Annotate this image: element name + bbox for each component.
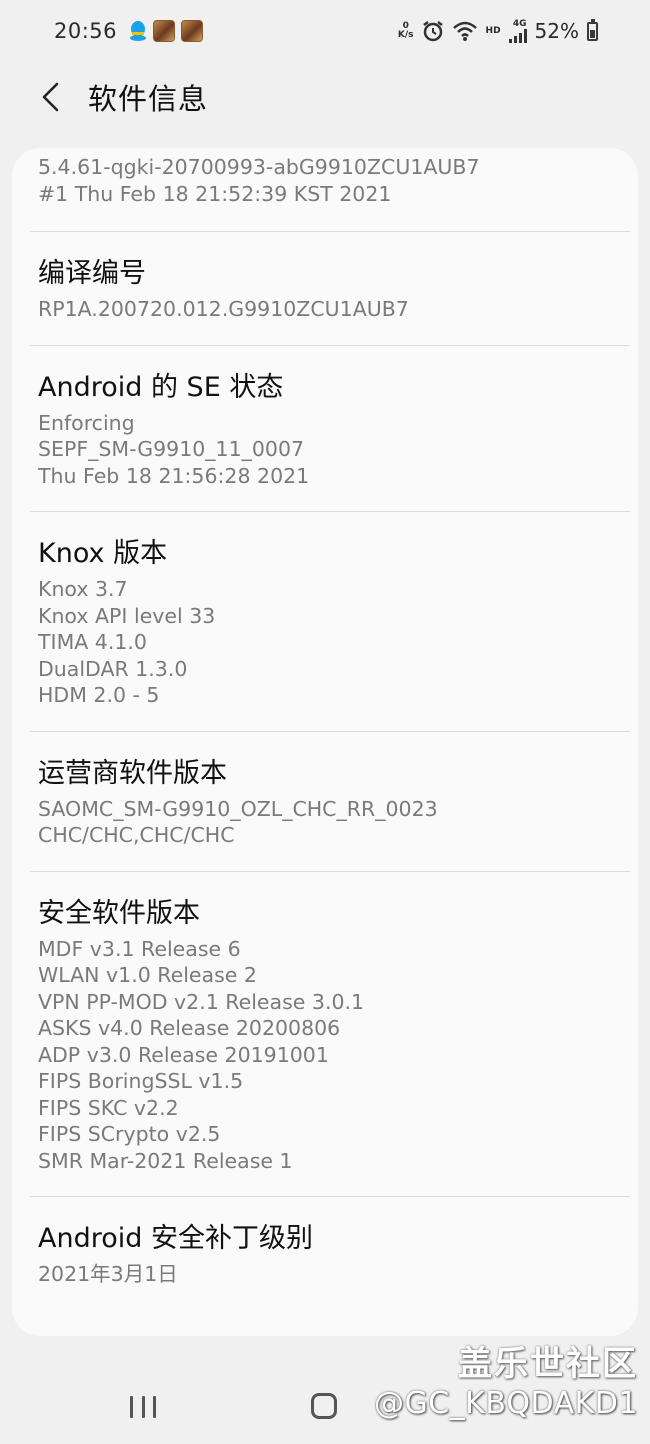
value-line: Thu Feb 18 21:56:28 2021 <box>38 463 310 488</box>
battery-percent: 52% <box>534 19 579 43</box>
value-line: SEPF_SM-G9910_11_0007 <box>38 437 305 461</box>
back-button[interactable] <box>30 77 70 117</box>
home-button[interactable] <box>311 1393 337 1419</box>
value-line: #1 Thu Feb 18 21:52:39 KST 2021 <box>38 181 392 206</box>
value-line: ASKS v4.0 Release 20200806 <box>38 1016 341 1040</box>
game-app-icon <box>153 20 176 42</box>
recent-apps-button[interactable] <box>130 1396 156 1418</box>
value-line: Enforcing <box>38 410 135 435</box>
value-line: DualDAR 1.3.0 <box>38 656 188 681</box>
section-values: 2021年3月1日 <box>38 1257 622 1310</box>
page-title: 软件信息 <box>88 82 209 116</box>
value-line: RP1A.200720.012.G9910ZCU1AUB7 <box>38 297 409 321</box>
signal-bars-icon <box>508 29 527 43</box>
qq-icon <box>130 21 147 41</box>
list-item-build-number[interactable]: 编译编号 RP1A.200720.012.G9910ZCU1AUB7 <box>30 232 630 346</box>
network-speed-unit: K/s <box>397 30 414 40</box>
hd-voice-label: HD <box>485 26 501 36</box>
section-values: RP1A.200720.012.G9910ZCU1AUB7 <box>38 292 622 345</box>
recent-apps-icon-bar <box>153 1396 156 1418</box>
value-line: WLAN v1.0 Release 2 <box>38 963 257 987</box>
status-bar: 20:56 0 K/s HD 4G 52% <box>0 0 650 62</box>
value-line: FIPS BoringSSL v1.5 <box>38 1069 244 1093</box>
value-line: SMR Mar-2021 Release 1 <box>38 1148 293 1173</box>
section-values: MDF v3.1 Release 6 WLAN v1.0 Release 2 V… <box>38 932 622 1197</box>
status-time: 20:56 <box>54 19 118 43</box>
section-title: 编译编号 <box>38 258 146 289</box>
section-values: 5.4.61-qgki-20700993-abG9910ZCU1AUB7 #1 … <box>38 154 622 231</box>
recent-apps-icon-bar <box>130 1396 133 1418</box>
value-line: CHC/CHC,CHC/CHC <box>38 823 235 847</box>
value-line: 2021年3月1日 <box>38 1262 178 1286</box>
alarm-icon <box>422 21 443 42</box>
value-line: SAOMC_SM-G9910_OZL_CHC_RR_0023 <box>38 796 438 821</box>
wifi-icon <box>452 21 477 41</box>
section-title: Knox 版本 <box>38 538 168 569</box>
list-item-kernel-version[interactable]: 5.4.61-qgki-20700993-abG9910ZCU1AUB7 #1 … <box>30 148 630 232</box>
section-title: 安全软件版本 <box>38 897 200 929</box>
section-values: Enforcing SEPF_SM-G9910_11_0007 Thu Feb … <box>38 406 622 512</box>
battery-icon <box>587 18 598 41</box>
value-line: ADP v3.0 Release 20191001 <box>38 1042 329 1067</box>
section-values: SAOMC_SM-G9910_OZL_CHC_RR_0023 CHC/CHC,C… <box>38 792 622 871</box>
recent-apps-icon-bar <box>141 1396 145 1418</box>
value-line: FIPS SKC v2.2 <box>38 1095 179 1120</box>
chevron-left-icon <box>42 82 59 112</box>
section-title: Android 的 SE 状态 <box>38 371 284 403</box>
value-line: MDF v3.1 Release 6 <box>38 936 241 961</box>
notification-icons <box>129 20 204 42</box>
app-header: 软件信息 <box>0 62 650 132</box>
value-line: VPN PP-MOD v2.1 Release 3.0.1 <box>38 989 365 1014</box>
list-item-carrier-version[interactable]: 运营商软件版本 SAOMC_SM-G9910_OZL_CHC_RR_0023 C… <box>30 732 630 872</box>
value-line: Knox 3.7 <box>38 577 128 601</box>
section-values: Knox 3.7 Knox API level 33 TIMA 4.1.0 Du… <box>38 572 622 731</box>
value-line: HDM 2.0 - 5 <box>38 683 160 707</box>
game-app-icon-2 <box>181 20 204 42</box>
list-item-knox-version[interactable]: Knox 版本 Knox 3.7 Knox API level 33 TIMA … <box>30 512 630 732</box>
section-title: 运营商软件版本 <box>38 757 227 789</box>
value-line: 5.4.61-qgki-20700993-abG9910ZCU1AUB7 <box>38 155 480 179</box>
list-item-se-status[interactable]: Android 的 SE 状态 Enforcing SEPF_SM-G9910_… <box>30 346 630 512</box>
list-item-security-patch-level[interactable]: Android 安全补丁级别 2021年3月1日 <box>30 1197 630 1310</box>
list-item-security-software-version[interactable]: 安全软件版本 MDF v3.1 Release 6 WLAN v1.0 Rele… <box>30 872 630 1197</box>
network-type-label: 4G <box>512 19 527 29</box>
value-line: TIMA 4.1.0 <box>38 630 147 654</box>
value-line: Knox API level 33 <box>38 603 216 628</box>
watermark-site: 盖乐世社区 <box>458 1344 638 1384</box>
network-speed: 0 K/s <box>398 22 414 40</box>
status-right: 0 K/s HD 4G 52% <box>398 18 598 43</box>
watermark-user: @GC_KBQDAKD1 <box>373 1386 638 1421</box>
signal-icon: 4G <box>508 19 527 43</box>
value-line: FIPS SCrypto v2.5 <box>38 1122 221 1146</box>
section-title: Android 安全补丁级别 <box>38 1223 313 1254</box>
software-info-list: 5.4.61-qgki-20700993-abG9910ZCU1AUB7 #1 … <box>12 148 638 1336</box>
